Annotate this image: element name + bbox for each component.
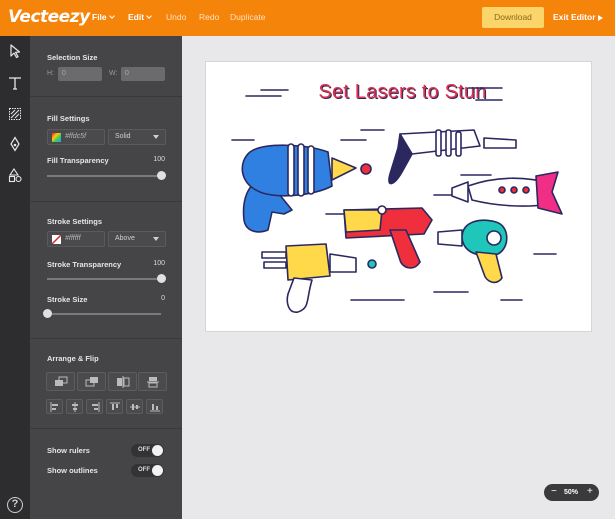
- artboard[interactable]: Set Lasers to Stun: [205, 61, 592, 332]
- height-field[interactable]: 0: [58, 67, 102, 81]
- shapes-tool[interactable]: [0, 160, 30, 190]
- chevron-down-icon: [108, 13, 115, 19]
- bring-to-front-button[interactable]: [46, 372, 75, 391]
- exit-editor-button[interactable]: Exit Editor: [553, 12, 603, 22]
- duplicate-button[interactable]: Duplicate: [230, 12, 265, 22]
- align-left-icon: [50, 402, 58, 412]
- zoom-in-button[interactable]: +: [587, 486, 593, 498]
- width-field[interactable]: 0: [121, 67, 165, 81]
- caret-down-icon: [153, 237, 159, 241]
- top-bar: Vecteezy File Edit Undo Redo Duplicate D…: [0, 0, 615, 36]
- tool-rail: ?: [0, 36, 30, 519]
- file-menu[interactable]: File: [92, 12, 115, 22]
- text-icon: [9, 77, 21, 90]
- caret-down-icon: [153, 135, 159, 139]
- exit-editor-label: Exit Editor: [553, 12, 596, 22]
- stroke-transparency-label: Stroke Transparency: [47, 260, 122, 269]
- stroke-transparency-knob[interactable]: [156, 274, 166, 283]
- download-button[interactable]: Download: [482, 7, 544, 28]
- toggle-knob: [152, 465, 163, 476]
- show-rulers-toggle[interactable]: OFF: [131, 444, 164, 457]
- stroke-position-value: Above: [115, 235, 135, 242]
- no-color-slash-icon: [52, 235, 61, 244]
- select-tool[interactable]: [0, 36, 30, 66]
- align-middle-icon: [130, 404, 140, 410]
- stroke-position-select[interactable]: Above: [108, 231, 166, 247]
- align-right-button[interactable]: [86, 399, 103, 414]
- cursor-icon: [10, 44, 21, 59]
- fill-transparency-value: 100: [153, 156, 165, 163]
- redo-button[interactable]: Redo: [199, 12, 219, 22]
- flip-vertical-icon: [147, 377, 159, 388]
- fill-settings-heading: Fill Settings: [47, 114, 90, 123]
- zoom-out-button[interactable]: −: [551, 486, 557, 498]
- show-outlines-state: OFF: [138, 467, 150, 473]
- divider: [30, 201, 182, 202]
- chevron-down-icon: [146, 13, 152, 19]
- align-bottom-icon: [150, 404, 160, 412]
- zoom-control: − 50% +: [544, 484, 599, 501]
- shapes-icon: [8, 168, 22, 183]
- pattern-tool[interactable]: [0, 99, 30, 129]
- divider: [30, 428, 182, 429]
- stroke-size-knob[interactable]: [42, 309, 52, 318]
- flip-horizontal-icon: [117, 376, 130, 388]
- fill-type-select[interactable]: Solid: [108, 129, 166, 145]
- align-center-button[interactable]: [66, 399, 83, 414]
- fill-transparency-knob[interactable]: [156, 171, 166, 180]
- edit-menu-label: Edit: [128, 12, 145, 22]
- arrange-flip-heading: Arrange & Flip: [47, 354, 99, 363]
- width-label: W:: [109, 70, 118, 77]
- show-outlines-label: Show outlines: [47, 466, 98, 475]
- show-rulers-label: Show rulers: [47, 446, 90, 455]
- pen-tool[interactable]: [0, 129, 30, 159]
- selection-size-heading: Selection Size: [47, 53, 98, 62]
- height-label: H:: [47, 70, 54, 77]
- stroke-transparency-value: 100: [153, 260, 165, 267]
- show-rulers-state: OFF: [138, 447, 150, 453]
- flip-horizontal-button[interactable]: [108, 372, 137, 391]
- stroke-color-picker[interactable]: #ffffff: [47, 231, 105, 247]
- fill-swatch: [52, 133, 61, 142]
- file-menu-label: File: [92, 12, 107, 22]
- fill-color-picker[interactable]: #ffdc5f: [47, 129, 105, 145]
- arrow-right-icon: [597, 14, 603, 21]
- flip-vertical-button[interactable]: [138, 372, 167, 391]
- send-back-icon: [85, 377, 98, 387]
- align-right-icon: [92, 402, 100, 412]
- align-center-icon: [72, 402, 78, 412]
- bring-front-icon: [55, 376, 68, 386]
- send-to-back-button[interactable]: [77, 372, 106, 391]
- zoom-level: 50%: [564, 489, 579, 496]
- align-middle-button[interactable]: [126, 399, 143, 414]
- show-outlines-toggle[interactable]: OFF: [131, 464, 164, 477]
- fill-type-value: Solid: [115, 133, 131, 140]
- stroke-size-slider[interactable]: [47, 313, 161, 315]
- text-tool[interactable]: [0, 68, 30, 98]
- fill-hex: #ffdc5f: [65, 133, 87, 140]
- divider: [30, 338, 182, 339]
- toggle-knob: [152, 445, 163, 456]
- stroke-settings-heading: Stroke Settings: [47, 217, 103, 226]
- help-icon[interactable]: ?: [7, 497, 23, 513]
- pattern-icon: [9, 108, 21, 120]
- stroke-size-label: Stroke Size: [47, 295, 88, 304]
- stroke-hex: #ffffff: [65, 235, 81, 242]
- edit-menu[interactable]: Edit: [128, 12, 152, 22]
- stroke-transparency-slider[interactable]: [47, 278, 161, 280]
- undo-button[interactable]: Undo: [166, 12, 186, 22]
- align-bottom-button[interactable]: [146, 399, 163, 414]
- fill-transparency-slider[interactable]: [47, 175, 161, 177]
- align-top-icon: [110, 402, 120, 410]
- fill-transparency-label: Fill Transparency: [47, 156, 109, 165]
- align-top-button[interactable]: [106, 399, 123, 414]
- brand-logo[interactable]: Vecteezy: [8, 7, 90, 27]
- divider: [30, 96, 182, 97]
- stroke-size-value: 0: [161, 295, 165, 302]
- ray-guns-illustration[interactable]: [206, 62, 593, 333]
- align-left-button[interactable]: [46, 399, 63, 414]
- properties-panel: Selection Size H: 0 W: 0 Fill Settings #…: [30, 36, 182, 519]
- stroke-swatch: [52, 235, 61, 244]
- pen-icon: [10, 136, 20, 152]
